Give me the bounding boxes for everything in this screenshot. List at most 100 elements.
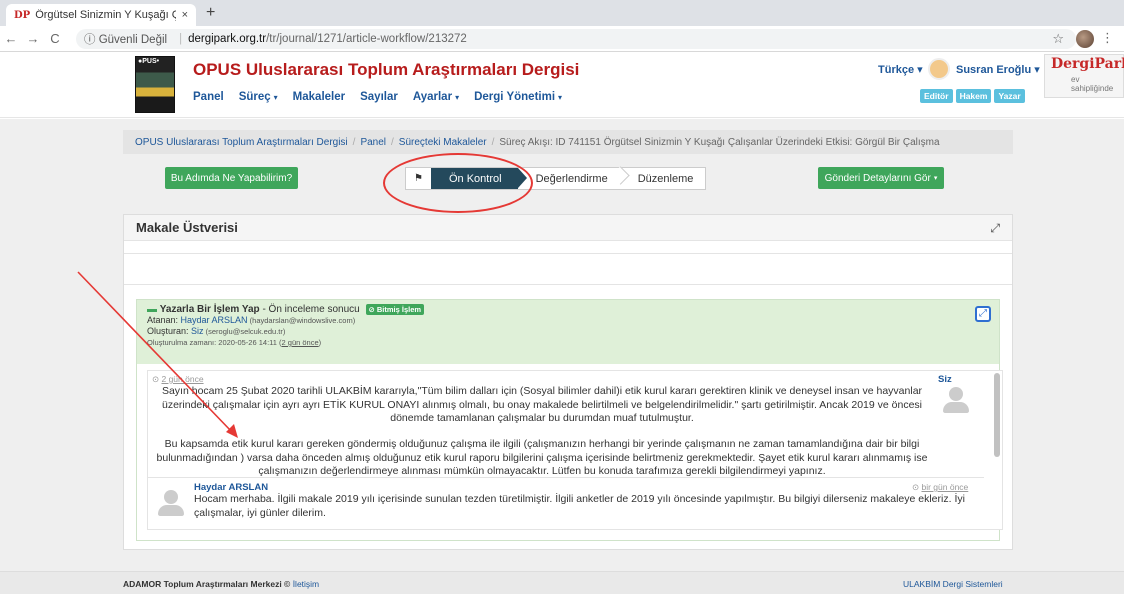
nav-item-label: Sayılar [360, 91, 398, 103]
message-body: Sayın hocam 25 Şubat 2020 tarihli ULAKBİ… [161, 385, 923, 424]
nav-item-label: Dergi Yönetimi [474, 91, 556, 103]
nav-item-0[interactable]: Panel [193, 91, 224, 103]
ulakbim-link[interactable]: ULAKBİM Dergi Sistemleri [903, 579, 1003, 589]
breadcrumb-journal[interactable]: OPUS Uluslararası Toplum Araştırmaları D… [135, 137, 348, 148]
expand-icon[interactable]: ⤢ [990, 221, 1000, 236]
task-subtitle: - Ön inceleme sonucu [259, 304, 360, 315]
dergipark-brand-logo[interactable]: DergiPark ev sahipliğinde [1044, 54, 1124, 98]
nav-item-3[interactable]: Sayılar [360, 91, 398, 103]
created-end: ) [318, 338, 322, 347]
address-bar-row: ← → C ⓘ Güvenli Değil | dergipark.org.tr… [0, 26, 1124, 52]
message-item: ⊙ 2 gün önce Siz Sayın hocam 25 Şubat 20… [148, 371, 984, 478]
close-tab-icon[interactable]: × [182, 9, 188, 21]
comment-icon: ▬ [147, 304, 157, 315]
message-time: ⊙ bir gün önce [912, 482, 969, 492]
breadcrumb-current: Süreç Akışı: ID 741151 Örgütsel Sinizmin… [499, 136, 940, 148]
caret-down-icon: ▾ [455, 93, 460, 102]
brand-name: DergiPark [1051, 56, 1124, 72]
breadcrumb-panel[interactable]: Panel [360, 137, 386, 148]
footer-org-text: ADAMOR Toplum Araştırmaları Merkezi © [123, 579, 293, 589]
article-metadata-panel: Makale Üstverisi ⤢ ▬ Yazarla Bir İşlem Y… [123, 214, 1013, 550]
assignee-email: (haydarslan@windowslive.com) [247, 316, 356, 325]
message-body: Hocam merhaba. İlgili makale 2019 yılı i… [194, 493, 965, 519]
journal-cover-logo[interactable]: ●PUS• [135, 56, 175, 113]
site-header: ●PUS• OPUS Uluslararası Toplum Araştırma… [0, 52, 1124, 118]
breadcrumb-divider: / [391, 136, 394, 148]
new-tab-button[interactable]: + [206, 4, 215, 22]
journal-title[interactable]: OPUS Uluslararası Toplum Araştırmaları D… [193, 60, 579, 80]
submission-details-label: Gönderi Detaylarını Gör [824, 172, 931, 184]
reload-icon[interactable]: C [44, 31, 66, 46]
message-list[interactable]: ⊙ 2 gün önce Siz Sayın hocam 25 Şubat 20… [147, 370, 1003, 530]
nav-item-2[interactable]: Makaleler [293, 91, 345, 103]
security-indicator[interactable]: ⓘ Güvenli Değil [84, 31, 167, 47]
submission-details-button[interactable]: Gönderi Detaylarını Gör ▾ [818, 167, 944, 189]
assignee-label: Atanan: [147, 315, 181, 325]
back-arrow-icon[interactable]: ← [0, 31, 22, 46]
forward-arrow-icon[interactable]: → [22, 31, 44, 46]
creator-label: Oluşturan: [147, 326, 192, 336]
panel-title: Makale Üstverisi [124, 215, 1012, 241]
breadcrumb-active-articles[interactable]: Süreçteki Makaleler [399, 137, 487, 148]
brand-subtitle: ev sahipliğinde [1071, 75, 1114, 93]
caret-down-icon: ▾ [933, 175, 938, 182]
fullscreen-icon[interactable]: ⤢ [975, 306, 991, 322]
role-badges: Editör Hakem Yazar [920, 89, 1025, 103]
footer-org: ADAMOR Toplum Araştırmaları Merkezi © İl… [123, 579, 319, 589]
red-circle-annotation [383, 153, 533, 213]
url-input[interactable]: ⓘ Güvenli Değil | dergipark.org.tr /tr/j… [76, 28, 1076, 49]
url-path: /tr/journal/1271/article-workflow/213272 [266, 32, 467, 45]
status-badge: ⊘ Bitmiş İşlem [365, 304, 425, 315]
message-time: ⊙ 2 gün önce [152, 374, 204, 384]
message-author[interactable]: Haydar ARSLAN [194, 482, 268, 493]
site-footer: ADAMOR Toplum Araştırmaları Merkezi © İl… [0, 571, 1124, 594]
task-header: ▬ Yazarla Bir İşlem Yap - Ön inceleme so… [137, 300, 999, 364]
profile-avatar-icon[interactable] [1076, 30, 1094, 48]
task-title: Yazarla Bir İşlem Yap [159, 304, 260, 315]
role-badge-reviewer[interactable]: Hakem [955, 89, 992, 103]
creator-link[interactable]: Siz [191, 326, 204, 336]
nav-item-label: Panel [193, 91, 224, 103]
avatar [158, 490, 184, 516]
bookmark-star-icon[interactable]: ☆ [1052, 31, 1064, 47]
browser-tab-bar: DP Örgütsel Sinizmin Y Kuşağı Çalış × + [0, 0, 1124, 26]
nav-item-5[interactable]: Dergi Yönetimi ▾ [474, 91, 562, 103]
nav-item-label: Ayarlar [412, 91, 453, 103]
message-time-link[interactable]: 2 gün önce [161, 374, 203, 384]
step-review[interactable]: Değerlendirme [518, 168, 620, 189]
message-time-link[interactable]: bir gün önce [921, 482, 968, 492]
metadata-empty-area [124, 253, 1012, 285]
user-avatar[interactable] [928, 58, 950, 80]
breadcrumb-divider: / [352, 136, 356, 148]
nav-item-1[interactable]: Süreç ▾ [239, 91, 278, 103]
message-author[interactable]: Siz [938, 374, 952, 385]
breadcrumb-divider: / [491, 136, 495, 148]
task-card: ▬ Yazarla Bir İşlem Yap - Ön inceleme so… [136, 299, 1003, 541]
cover-text: ●PUS• [138, 58, 160, 65]
browser-menu-icon[interactable]: ⋮ [1101, 30, 1114, 46]
nav-item-label: Süreç [238, 91, 271, 103]
help-button[interactable]: Bu Adımda Ne Yapabilirim? [165, 167, 298, 189]
scrollbar[interactable] [994, 373, 1000, 457]
role-badge-editor[interactable]: Editör [920, 89, 953, 103]
assignee-link[interactable]: Haydar ARSLAN [181, 315, 248, 325]
role-badge-author[interactable]: Yazar [994, 89, 1025, 103]
caret-down-icon: ▾ [558, 93, 563, 102]
url-host: dergipark.org.tr [188, 32, 267, 45]
main-nav: Panel Süreç ▾ Makaleler Sayılar Ayarlar ▾ Dergi… [193, 91, 562, 103]
creator-email: (seroglu@selcuk.edu.tr) [203, 327, 286, 336]
avatar [943, 387, 969, 413]
caret-down-icon: ▾ [273, 93, 278, 102]
nav-item-4[interactable]: Ayarlar ▾ [413, 91, 459, 103]
breadcrumb: OPUS Uluslararası Toplum Araştırmaları D… [123, 130, 1013, 154]
tab-title: Örgütsel Sinizmin Y Kuşağı Çalış [35, 9, 175, 21]
contact-link[interactable]: İletişim [293, 579, 319, 589]
language-selector[interactable]: Türkçe ▾ [878, 63, 923, 76]
created-relative-link[interactable]: 2 gün önce [282, 338, 319, 347]
created-label: Oluşturulma zamanı: 2020-05-26 14:11 ( [147, 338, 282, 347]
url-separator: | [179, 32, 183, 45]
step-editing[interactable]: Düzenleme [620, 168, 706, 189]
user-menu[interactable]: Susran Eroğlu ▾ [956, 63, 1040, 76]
nav-item-label: Makaleler [292, 91, 346, 103]
browser-tab[interactable]: DP Örgütsel Sinizmin Y Kuşağı Çalış × [6, 4, 196, 26]
